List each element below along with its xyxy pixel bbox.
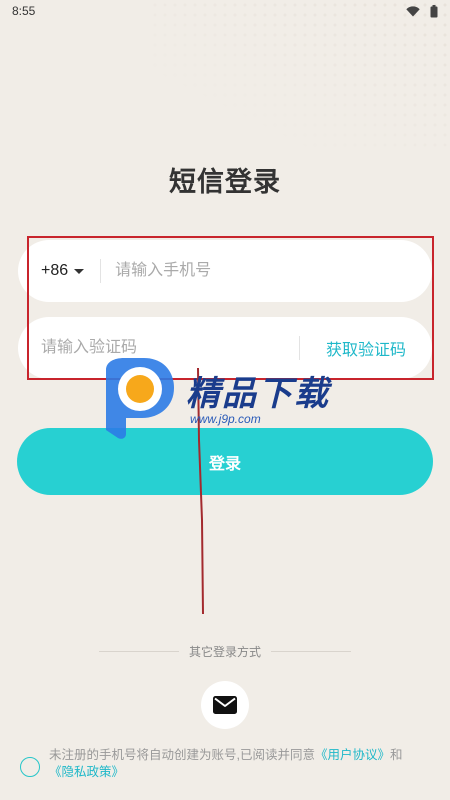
divider-line-right xyxy=(271,651,351,652)
watermark-url: www.j9p.com xyxy=(190,412,261,426)
phone-field: +86 xyxy=(18,240,432,302)
code-field: 获取验证码 xyxy=(18,317,432,379)
agreement-text: 未注册的手机号将自动创建为账号,已阅读并同意《用户协议》和《隐私政策》 xyxy=(49,747,403,781)
agreement-checkbox[interactable] xyxy=(20,757,40,777)
agreement-statement: 未注册的手机号将自动创建为账号,已阅读并同意 xyxy=(49,748,315,762)
divider-line-left xyxy=(98,651,179,652)
background-dot-pattern xyxy=(150,0,450,150)
status-bar: 8:55 xyxy=(0,0,450,22)
verification-code-input[interactable] xyxy=(18,328,299,368)
chevron-down-icon xyxy=(74,268,85,274)
privacy-policy-link[interactable]: 《隐私政策》 xyxy=(49,765,124,779)
wifi-icon xyxy=(406,5,420,16)
country-code-selector[interactable]: +86 xyxy=(18,259,102,283)
status-time: 8:55 xyxy=(12,4,36,18)
other-login-divider: 其它登录方式 xyxy=(0,643,450,660)
page-title: 短信登录 xyxy=(169,167,281,197)
agreement-and: 和 xyxy=(390,748,403,762)
status-icons xyxy=(406,4,438,18)
other-login-label: 其它登录方式 xyxy=(188,645,261,659)
agreement-row: 未注册的手机号将自动创建为账号,已阅读并同意《用户协议》和《隐私政策》 xyxy=(20,747,432,781)
user-agreement-link[interactable]: 《用户协议》 xyxy=(315,748,390,762)
country-code: +86 xyxy=(41,262,69,279)
login-button[interactable]: 登录 xyxy=(17,428,433,495)
battery-icon xyxy=(430,4,438,17)
mail-icon xyxy=(213,696,237,714)
get-code-button[interactable]: 获取验证码 xyxy=(298,336,432,360)
sms-login-button[interactable] xyxy=(201,681,249,729)
phone-input[interactable] xyxy=(101,251,432,291)
